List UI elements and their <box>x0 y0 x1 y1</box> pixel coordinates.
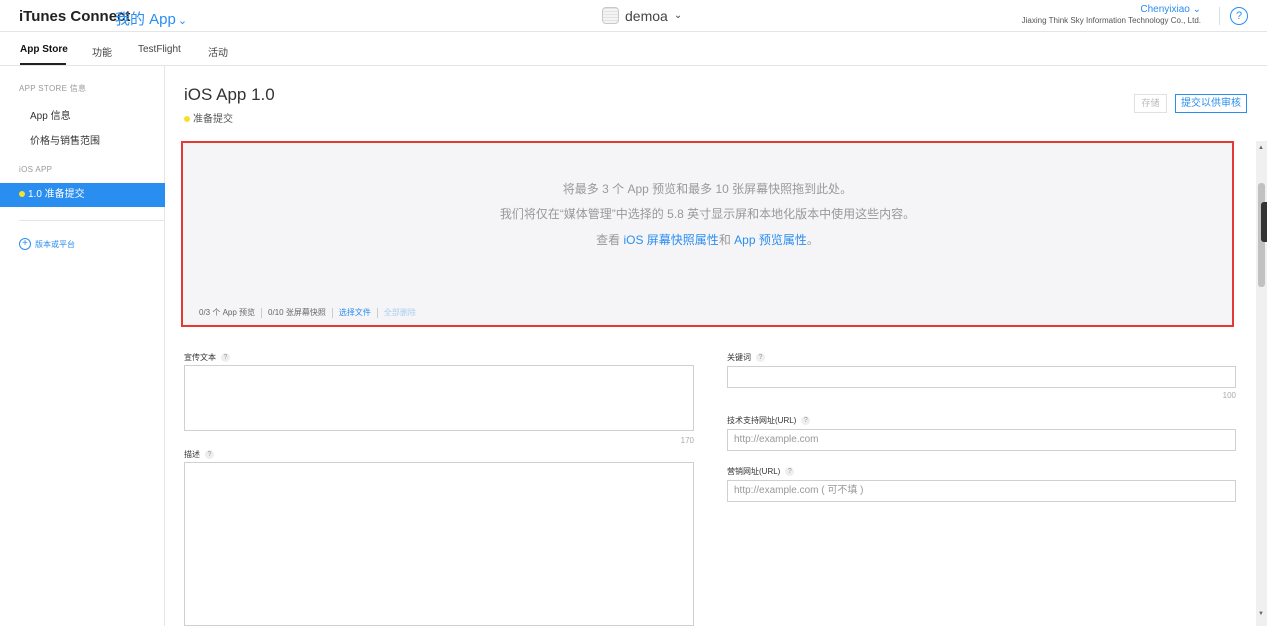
sidebar-item-pricing[interactable]: 价格与销售范围 <box>30 132 100 147</box>
divider <box>1219 7 1220 25</box>
description-field[interactable] <box>184 462 694 626</box>
choose-file-link[interactable]: 选择文件 <box>339 307 371 318</box>
keywords-field[interactable] <box>727 366 1236 388</box>
save-button[interactable]: 存储 <box>1134 94 1167 113</box>
drop-zone-note: 我们将仅在“媒体管理”中选择的 5.8 英寸显示屏和本地化版本中使用这些内容。 <box>499 207 916 221</box>
help-icon[interactable]: ? <box>785 467 795 476</box>
add-version-label: 版本或平台 <box>35 239 75 249</box>
divider <box>331 307 333 318</box>
sidebar-section-app-store-info: APP STORE 信息 <box>19 84 87 93</box>
app-name: demoa <box>625 7 668 24</box>
delete-all-link[interactable]: 全部删除 <box>384 307 416 318</box>
status-text: 准备提交 <box>193 114 233 125</box>
drop-zone-footer: 0/3 个 App 预览 0/10 张屏幕快照 选择文件 全部删除 <box>199 307 416 318</box>
sidebar-item-label: 1.0 准备提交 <box>28 189 85 200</box>
screenshots-count: 0/10 张屏幕快照 <box>268 308 326 317</box>
drop-zone-instructions: 将最多 3 个 App 预览和最多 10 张屏幕快照拖到此处。 <box>562 182 853 196</box>
help-icon[interactable]: ? <box>205 450 214 459</box>
tab-testflight[interactable]: TestFlight <box>138 44 181 55</box>
app-preview-properties-link[interactable]: App 预览属性 <box>734 233 807 247</box>
support-url-label: 技术支持网址(URL)? <box>727 415 811 426</box>
divider <box>19 220 165 221</box>
account-menu[interactable]: Chenyixiao ⌄ Jiaxing Think Sky Informati… <box>1022 4 1201 25</box>
promo-text-counter: 170 <box>680 436 694 445</box>
page-title: iOS App 1.0 <box>184 85 275 104</box>
help-icon[interactable]: ? <box>1230 7 1248 25</box>
company-name: Jiaxing Think Sky Information Technology… <box>1021 16 1201 25</box>
user-name: Chenyixiao ⌄ <box>1140 4 1201 15</box>
plus-icon: + <box>19 238 31 250</box>
previews-count: 0/3 个 App 预览 <box>199 308 256 317</box>
status-dot-icon <box>19 191 25 198</box>
my-app-label: 我的 App <box>115 11 176 28</box>
status-badge: 准备提交 <box>184 110 233 125</box>
app-switcher[interactable]: demoa ⌄ <box>602 7 682 24</box>
active-tab-indicator <box>20 63 66 65</box>
keywords-label: 关键词? <box>727 352 765 363</box>
tab-activity[interactable]: 活动 <box>208 44 228 59</box>
chevron-down-icon: ⌄ <box>177 15 188 27</box>
sidebar-item-app-info[interactable]: App 信息 <box>30 107 71 122</box>
sidebar-item-version-1-0[interactable]: 1.0 准备提交 <box>0 183 165 207</box>
marketing-url-label: 营销网址(URL)? <box>727 466 795 477</box>
help-icon[interactable]: ? <box>801 416 811 425</box>
media-drop-zone[interactable]: 将最多 3 个 App 预览和最多 10 张屏幕快照拖到此处。 我们将仅在“媒体… <box>181 141 1234 327</box>
app-icon <box>602 7 619 24</box>
add-version-button[interactable]: + 版本或平台 <box>19 238 75 250</box>
drop-zone-links: 查看 iOS 屏幕快照属性和 App 预览属性。 <box>596 233 819 247</box>
side-panel-handle[interactable] <box>1261 202 1267 242</box>
divider <box>261 307 263 318</box>
promo-text-field[interactable] <box>184 365 694 431</box>
help-icon[interactable]: ? <box>221 353 230 362</box>
promo-text-label: 宣传文本? <box>184 352 230 363</box>
marketing-url-field[interactable]: http://example.com ( 可不填 ) <box>727 480 1236 502</box>
help-icon[interactable]: ? <box>756 353 765 362</box>
chevron-down-icon: ⌄ <box>673 10 683 21</box>
tab-features[interactable]: 功能 <box>92 44 112 59</box>
ios-screenshot-properties-link[interactable]: iOS 屏幕快照属性 <box>623 233 718 247</box>
top-bar: iTunes Connect 我的 App ⌄ demoa ⌄ Chenyixia… <box>0 0 1267 32</box>
divider <box>376 307 378 318</box>
my-app-menu[interactable]: 我的 App ⌄ <box>115 8 187 29</box>
submit-for-review-button[interactable]: 提交以供审核 <box>1175 94 1247 113</box>
sidebar-section-ios-app: iOS APP <box>19 165 53 174</box>
sidebar: APP STORE 信息 App 信息 价格与销售范围 iOS APP 1.0 … <box>0 66 165 626</box>
description-label: 描述? <box>184 449 214 460</box>
tab-bar: App Store 功能 TestFlight 活动 <box>0 32 1267 66</box>
keywords-counter: 100 <box>1222 391 1236 400</box>
tab-app-store[interactable]: App Store <box>20 44 68 55</box>
brand-title[interactable]: iTunes Connect <box>19 8 130 25</box>
support-url-field[interactable]: http://example.com <box>727 429 1236 451</box>
scroll-up-arrow-icon[interactable]: ▲ <box>1258 145 1264 151</box>
status-dot-icon <box>184 116 190 123</box>
scroll-down-arrow-icon[interactable]: ▼ <box>1258 611 1264 617</box>
